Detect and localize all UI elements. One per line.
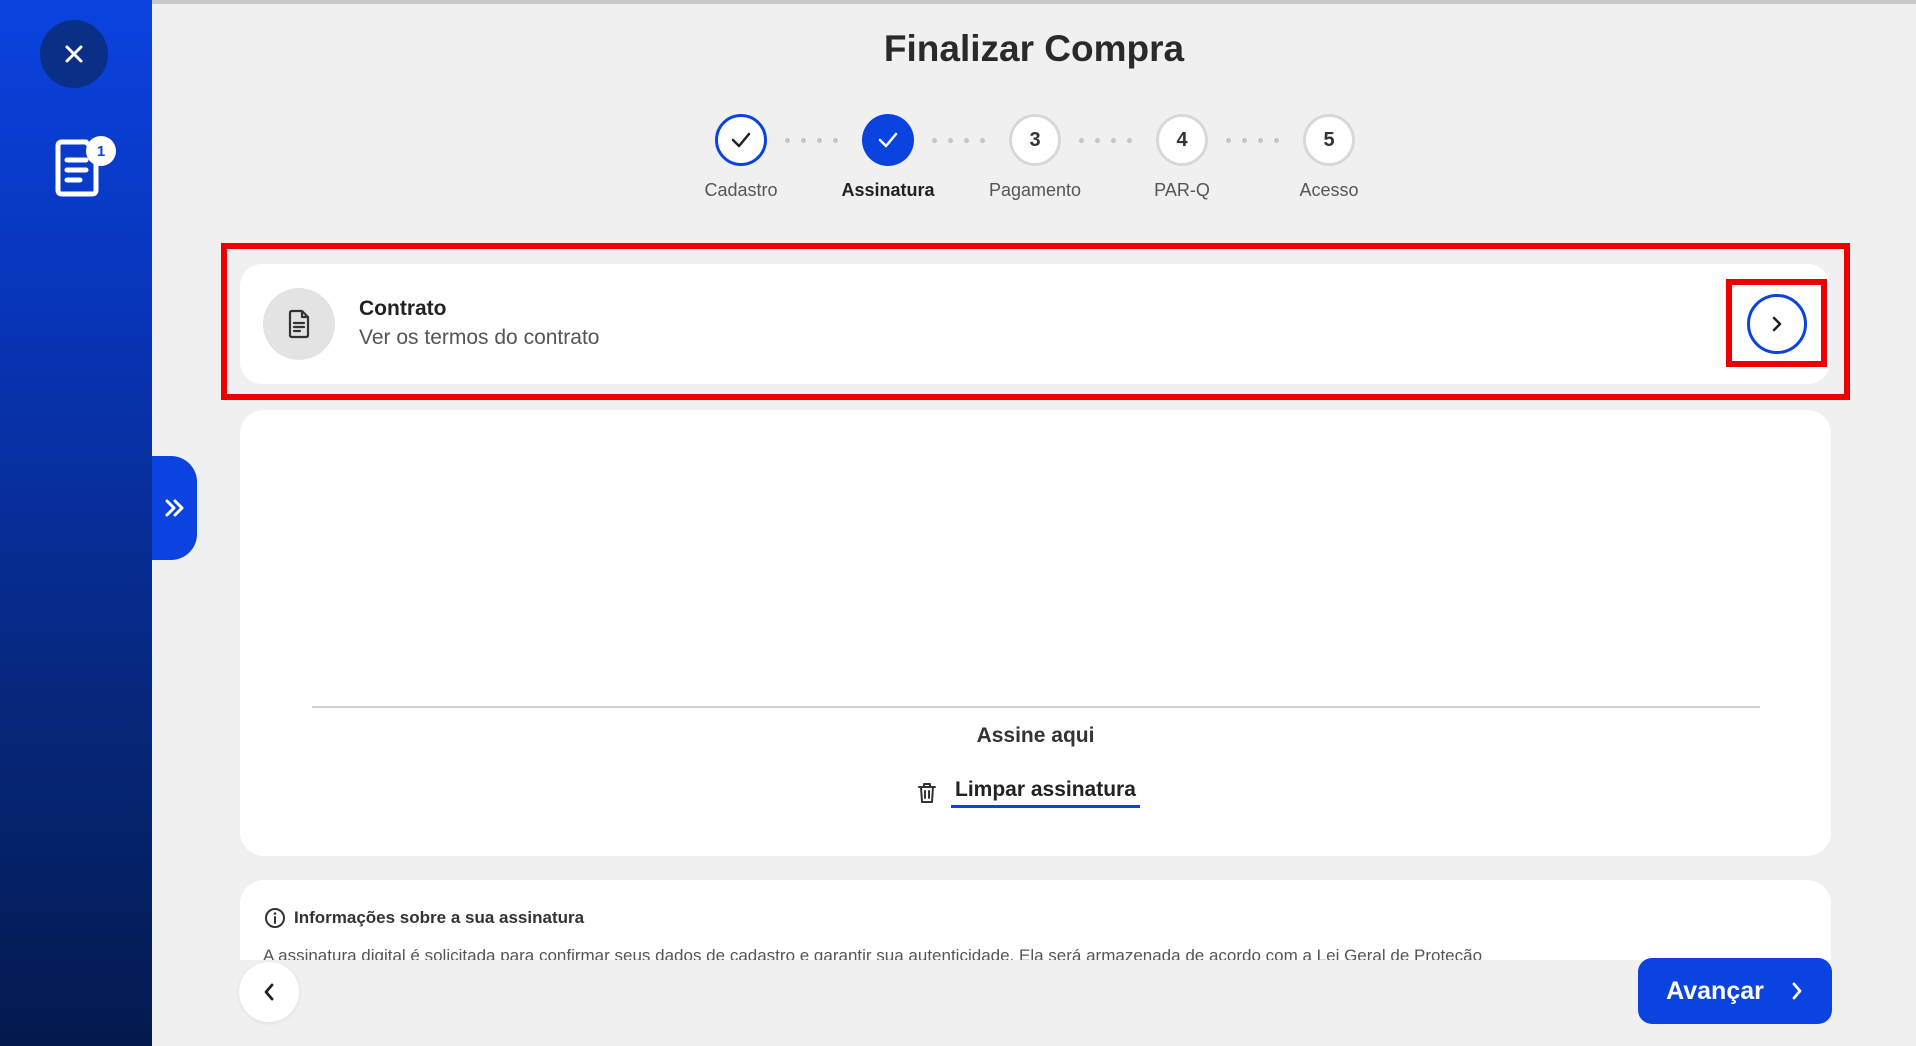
- info-text: A assinatura digital é solicitada para c…: [263, 946, 1483, 960]
- close-icon: [65, 45, 83, 63]
- check-icon: [731, 132, 751, 148]
- trash-icon: [918, 783, 936, 803]
- clear-signature-button[interactable]: Limpar assinatura: [917, 776, 1140, 810]
- highlight-box: [221, 243, 1850, 400]
- double-chevron-right-icon: [165, 499, 183, 517]
- back-button[interactable]: [239, 962, 299, 1022]
- step-acesso[interactable]: 5 Acesso: [1254, 114, 1404, 201]
- next-button-label: Avançar: [1666, 976, 1764, 1005]
- step-label: Acesso: [1299, 180, 1359, 200]
- step-label: Cadastro: [704, 180, 778, 200]
- signature-line: [312, 706, 1760, 708]
- page-title: Finalizar Compra: [883, 28, 1185, 69]
- step-number: 3: [1009, 114, 1061, 166]
- sidebar: 1: [0, 0, 152, 1046]
- step-number: 4: [1156, 114, 1208, 166]
- step-assinatura[interactable]: Assinatura: [813, 114, 963, 201]
- next-button[interactable]: Avançar: [1638, 958, 1832, 1024]
- step-label: Pagamento: [988, 180, 1082, 200]
- info-icon: [265, 908, 285, 928]
- cart-badge: 1: [86, 136, 116, 166]
- content-fade: [240, 960, 1831, 1046]
- step-par-q[interactable]: 4 PAR-Q: [1107, 114, 1257, 201]
- chevron-left-icon: [264, 983, 274, 1001]
- chevron-right-icon: [1792, 982, 1802, 1000]
- step-pagamento[interactable]: 3 Pagamento: [960, 114, 1110, 201]
- contract-subtitle: Ver os termos do contrato: [359, 326, 600, 349]
- clear-signature-label: Limpar assinatura: [951, 778, 1140, 808]
- contract-title: Contrato: [359, 297, 447, 320]
- close-button[interactable]: [40, 20, 108, 88]
- step-check-circle: [862, 114, 914, 166]
- signature-label: Assine aqui: [976, 724, 1095, 747]
- document-icon: [288, 309, 310, 339]
- chevron-right-icon: [1772, 316, 1782, 332]
- info-title-text: Informações sobre a sua assinatura: [294, 908, 585, 927]
- step-cadastro[interactable]: Cadastro: [666, 114, 816, 201]
- expand-sidebar-button[interactable]: [152, 456, 197, 560]
- step-label: PAR-Q: [1154, 180, 1210, 200]
- open-contract-button[interactable]: [1747, 294, 1807, 354]
- step-number: 5: [1303, 114, 1355, 166]
- contract-icon-circle: [263, 288, 335, 360]
- step-check-circle: [715, 114, 767, 166]
- info-title: Informações sobre a sua assinatura: [264, 906, 584, 930]
- step-label: Assinatura: [841, 180, 935, 200]
- check-icon: [878, 132, 898, 148]
- top-border: [0, 0, 1916, 4]
